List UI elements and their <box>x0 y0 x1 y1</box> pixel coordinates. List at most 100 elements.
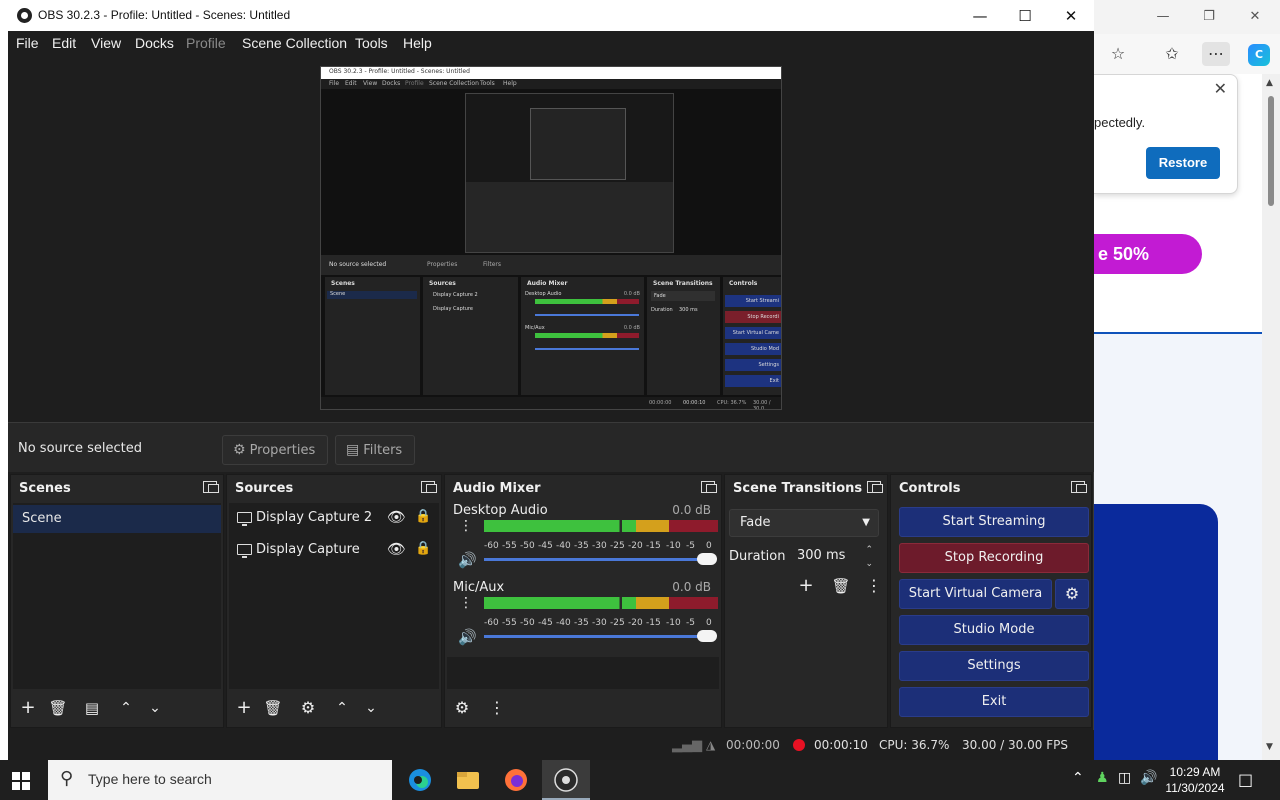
favorite-star-icon[interactable]: ☆ <box>1104 42 1132 66</box>
source-item[interactable]: Display Capture 2 👁 🔒 <box>229 504 439 534</box>
exit-button[interactable]: Exit <box>899 687 1089 717</box>
volume-icon[interactable]: 🔊 <box>1140 770 1157 786</box>
menu-edit[interactable]: Edit <box>52 35 76 51</box>
move-down-icon[interactable]: ⌄ <box>144 697 166 719</box>
start-streaming-button[interactable]: Start Streaming <box>899 507 1089 537</box>
eye-icon[interactable]: 👁 <box>387 508 406 526</box>
browser-restore-button[interactable]: ❐ <box>1196 6 1222 28</box>
edge-app-icon[interactable] <box>396 760 444 800</box>
speaker-icon[interactable]: 🔊 <box>458 551 477 569</box>
restore-button[interactable]: Restore <box>1146 147 1220 179</box>
file-explorer-icon[interactable] <box>444 760 492 800</box>
add-icon[interactable]: + <box>233 697 255 719</box>
notification-icon[interactable]: □ <box>1238 770 1253 789</box>
minimize-button[interactable]: — <box>960 4 1000 28</box>
virtual-camera-settings-gear-icon[interactable]: ⚙ <box>1055 579 1089 609</box>
undock-icon[interactable] <box>701 479 717 493</box>
scroll-down-icon[interactable]: ▼ <box>1266 742 1273 752</box>
show-hidden-icons-icon[interactable]: ⌃ <box>1072 770 1084 786</box>
lock-icon[interactable]: 🔒 <box>415 541 431 556</box>
mini-mic-meter <box>535 333 639 338</box>
trash-icon[interactable]: 🗑 <box>830 575 852 597</box>
move-down-icon[interactable]: ⌄ <box>360 697 382 719</box>
browser-scrollbar[interactable]: ▲ ▼ <box>1262 74 1280 760</box>
close-button[interactable]: ✕ <box>1051 4 1091 28</box>
undock-icon[interactable] <box>1071 479 1087 493</box>
filters-button[interactable]: ▤ Filters <box>335 435 416 465</box>
windows-start-icon[interactable] <box>12 772 30 790</box>
volume-slider[interactable] <box>484 635 708 638</box>
source-item[interactable]: Display Capture 👁 🔒 <box>229 536 439 566</box>
no-source-label: No source selected <box>18 441 142 456</box>
volume-slider-knob[interactable] <box>697 630 717 642</box>
preview-canvas[interactable]: OBS 30.2.3 - Profile: Untitled - Scenes:… <box>320 66 782 410</box>
scene-item[interactable]: Scene <box>13 505 221 533</box>
undock-icon[interactable] <box>421 479 437 493</box>
mini-mic-slider <box>535 348 639 350</box>
duration-spinbox[interactable]: 300 ms ⌃ ⌄ <box>789 543 879 571</box>
lock-icon[interactable]: 🔒 <box>415 509 431 524</box>
copilot-icon[interactable]: C <box>1248 44 1270 66</box>
spin-down-icon[interactable]: ⌄ <box>865 551 873 577</box>
stop-recording-button[interactable]: Stop Recording <box>899 543 1089 573</box>
trash-icon[interactable]: 🗑 <box>262 697 284 719</box>
tick-label: -60 <box>484 541 499 551</box>
menu-file[interactable]: File <box>16 35 39 51</box>
gear-icon[interactable]: ⚙ <box>297 697 319 719</box>
favorites-list-icon[interactable]: ✩ <box>1158 42 1186 66</box>
undock-icon[interactable] <box>203 479 219 493</box>
transition-select[interactable]: Fade ▼ <box>729 509 879 537</box>
tick-label: -35 <box>574 618 589 628</box>
undock-icon[interactable] <box>867 479 883 493</box>
taskbar-clock[interactable]: 10:29 AM 11/30/2024 <box>1164 764 1226 796</box>
mini-preview-docks <box>466 182 673 252</box>
menu-docks[interactable]: Docks <box>135 35 174 51</box>
browser-minimize-button[interactable]: — <box>1150 6 1176 28</box>
scrollbar-thumb[interactable] <box>1268 96 1274 206</box>
add-icon[interactable]: + <box>795 575 817 597</box>
tick-label: -15 <box>646 541 661 551</box>
channel-menu-icon[interactable]: ⋮ <box>459 596 473 610</box>
filter-icon[interactable]: ▤ <box>81 697 103 719</box>
more-options-icon[interactable]: ⋯ <box>1202 42 1230 66</box>
start-virtual-camera-button[interactable]: Start Virtual Camera <box>899 579 1052 609</box>
firefox-icon <box>505 769 527 791</box>
speaker-icon[interactable]: 🔊 <box>458 628 477 646</box>
mini-desktop-db: 0.0 dB <box>623 291 640 297</box>
add-icon[interactable]: + <box>17 697 39 719</box>
properties-label: Properties <box>249 443 316 458</box>
browser-close-button[interactable]: ✕ <box>1242 6 1268 28</box>
channel-menu-icon[interactable]: ⋮ <box>459 519 473 533</box>
volume-slider[interactable] <box>484 558 708 561</box>
settings-button[interactable]: Settings <box>899 651 1089 681</box>
obs-app-icon[interactable] <box>542 760 590 800</box>
eye-icon[interactable]: 👁 <box>387 540 406 558</box>
filters-label: Filters <box>363 443 403 458</box>
volume-slider-knob[interactable] <box>697 553 717 565</box>
more-options-icon[interactable]: ⋮ <box>486 697 508 719</box>
studio-mode-button[interactable]: Studio Mode <box>899 615 1089 645</box>
tick-label: -25 <box>610 541 625 551</box>
gear-icon[interactable]: ⚙ <box>451 697 473 719</box>
taskbar-search-box[interactable]: ⚲ Type here to search <box>48 760 392 800</box>
more-options-icon[interactable]: ⋮ <box>863 575 885 597</box>
channel-db: 0.0 dB <box>672 580 711 594</box>
menu-scene-collection[interactable]: Scene Collection <box>242 35 347 51</box>
properties-button[interactable]: ⚙ Properties <box>222 435 329 465</box>
menu-view[interactable]: View <box>91 35 121 51</box>
trash-icon[interactable]: 🗑 <box>47 697 69 719</box>
scroll-up-icon[interactable]: ▲ <box>1266 78 1273 88</box>
move-up-icon[interactable]: ⌃ <box>331 697 353 719</box>
user-icon[interactable]: ♟ <box>1096 770 1109 786</box>
close-icon[interactable]: ✕ <box>1214 79 1227 98</box>
menu-help[interactable]: Help <box>403 35 432 51</box>
network-icon[interactable]: ◫ <box>1118 770 1131 786</box>
move-up-icon[interactable]: ⌃ <box>115 697 137 719</box>
window-title: OBS 30.2.3 - Profile: Untitled - Scenes:… <box>38 8 291 22</box>
promo-banner[interactable]: e 50% today <box>1094 234 1202 304</box>
menu-tools[interactable]: Tools <box>355 35 388 51</box>
maximize-button[interactable]: ☐ <box>1005 4 1045 28</box>
duration-value: 300 ms <box>797 548 846 563</box>
tick-label: -50 <box>520 618 535 628</box>
firefox-app-icon[interactable] <box>492 760 540 800</box>
